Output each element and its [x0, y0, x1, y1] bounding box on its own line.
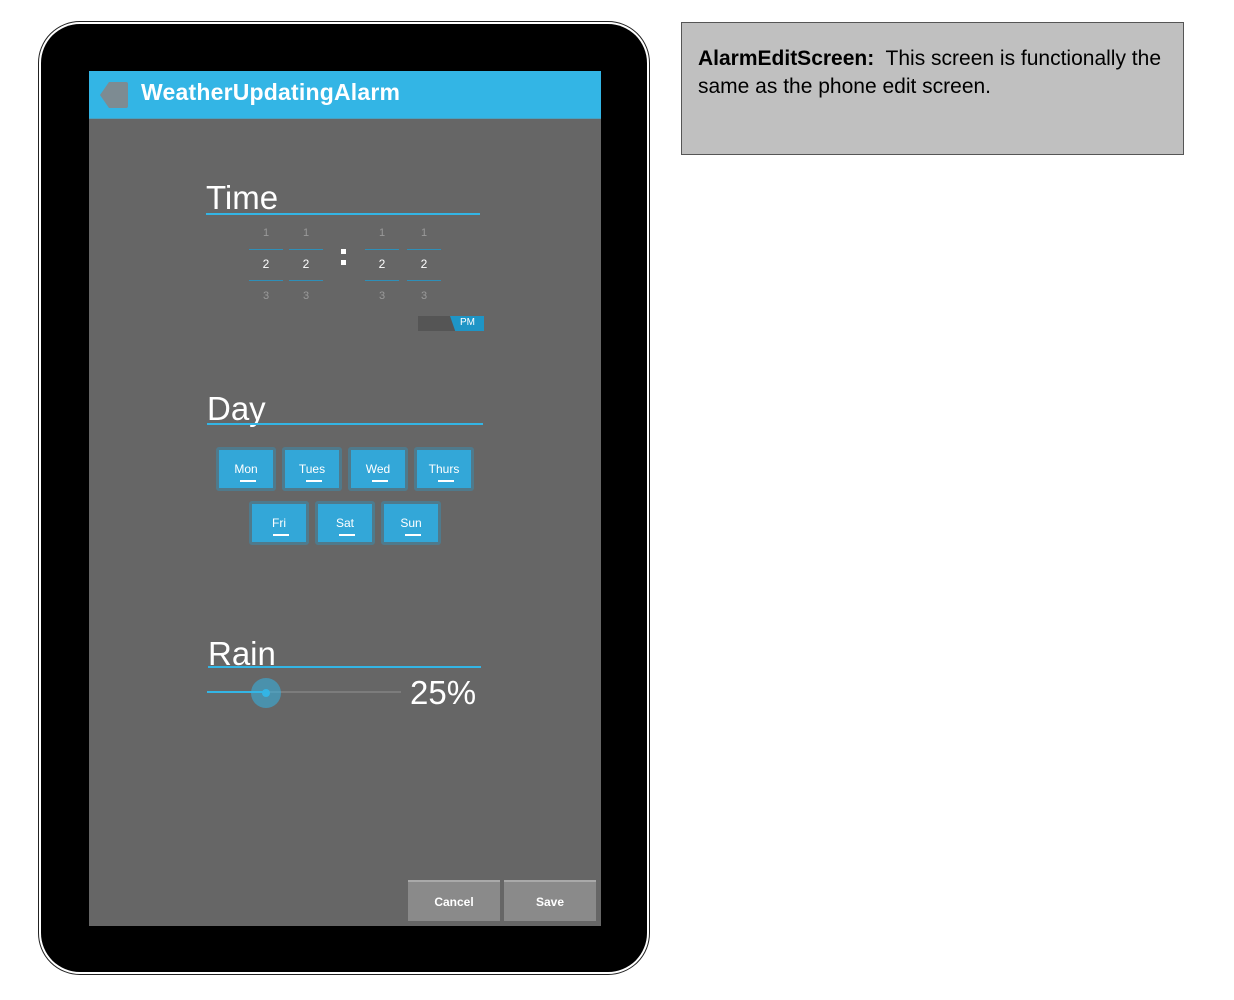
rain-heading-rule — [208, 666, 481, 668]
day-button-label: Thurs — [428, 462, 460, 476]
minute-ones-current[interactable]: 2 — [409, 257, 439, 271]
day-button-tues[interactable]: Tues — [282, 447, 342, 491]
time-heading: Time — [206, 179, 279, 216]
day-button-label: Wed — [365, 462, 391, 476]
minute-ones-line-top — [407, 249, 441, 250]
hour-tens-line-top — [249, 249, 283, 250]
day-button-label: Mon — [234, 462, 258, 476]
day-heading-rule — [207, 423, 483, 425]
day-indicator — [273, 534, 289, 536]
day-heading: Day — [207, 390, 266, 427]
day-indicator — [306, 480, 322, 482]
hour-tens-above[interactable]: 1 — [251, 227, 281, 239]
save-button[interactable]: Save — [504, 880, 596, 921]
minute-tens-current[interactable]: 2 — [367, 257, 397, 271]
back-arrow-icon[interactable] — [99, 80, 129, 110]
day-indicator — [240, 480, 256, 482]
minute-ones-above[interactable]: 1 — [409, 227, 439, 239]
hour-ones-line-bottom — [289, 280, 323, 281]
am-pm-label: PM — [460, 317, 475, 328]
app-title: WeatherUpdatingAlarm — [141, 79, 401, 105]
am-pm-toggle[interactable]: PM — [418, 316, 484, 331]
day-indicator — [339, 534, 355, 536]
minute-tens-line-top — [365, 249, 399, 250]
rain-slider-thumb-core — [261, 689, 270, 697]
cancel-button[interactable]: Cancel — [408, 880, 500, 921]
hour-ones-below[interactable]: 3 — [291, 290, 321, 302]
minute-tens-below[interactable]: 3 — [367, 290, 397, 302]
day-button-label: Sun — [400, 516, 422, 530]
day-button-mon[interactable]: Mon — [216, 447, 276, 491]
day-button-sun[interactable]: Sun — [381, 501, 441, 545]
day-button-fri[interactable]: Fri — [249, 501, 309, 545]
day-button-label: Sat — [335, 516, 354, 530]
day-indicator — [405, 534, 421, 536]
day-button-label: Tues — [298, 462, 326, 476]
day-button-sat[interactable]: Sat — [315, 501, 375, 545]
day-indicator — [438, 480, 454, 482]
minute-ones-below[interactable]: 3 — [409, 290, 439, 302]
action-bar: WeatherUpdatingAlarm — [89, 71, 601, 118]
minute-tens-line-bottom — [365, 280, 399, 281]
note-title: AlarmEditScreen: — [698, 47, 875, 70]
hour-tens-current[interactable]: 2 — [251, 257, 281, 271]
action-bar-divider — [89, 118, 601, 119]
rain-slider-thumb[interactable] — [250, 678, 281, 708]
day-button-thurs[interactable]: Thurs — [414, 447, 474, 491]
hour-ones-line-top — [289, 249, 323, 250]
hour-ones-above[interactable]: 1 — [291, 227, 321, 239]
day-button-label: Fri — [272, 516, 286, 530]
time-colon — [341, 249, 347, 271]
day-button-wed[interactable]: Wed — [348, 447, 408, 491]
app-screen: WeatherUpdatingAlarm Time 1 2 3 1 2 3 1 … — [89, 71, 601, 926]
hour-tens-below[interactable]: 3 — [251, 290, 281, 302]
minute-ones-line-bottom — [407, 280, 441, 281]
time-heading-rule — [206, 213, 480, 215]
day-indicator — [372, 480, 388, 482]
rain-value: 25% — [410, 674, 477, 711]
hour-tens-line-bottom — [249, 280, 283, 281]
hour-ones-current[interactable]: 2 — [291, 257, 321, 271]
minute-tens-above[interactable]: 1 — [367, 227, 397, 239]
annotation-note: AlarmEditScreen: This screen is function… — [681, 22, 1184, 155]
